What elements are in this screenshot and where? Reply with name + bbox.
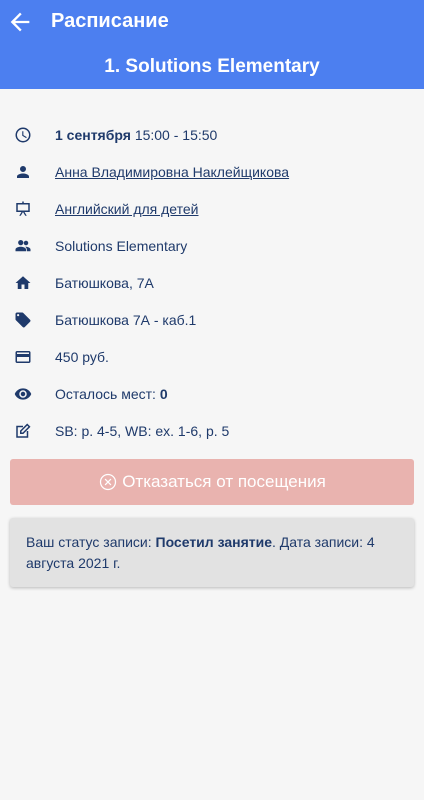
status-card: Ваш статус записи: Посетил занятие. Дата… <box>10 518 414 587</box>
edit-icon <box>13 421 33 441</box>
teacher-link[interactable]: Анна Владимировна Наклейщикова <box>55 164 289 180</box>
clock-icon <box>13 125 33 145</box>
status-value: Посетил занятие <box>155 534 273 550</box>
person-icon <box>13 162 33 182</box>
address: Батюшкова, 7А <box>55 275 154 291</box>
seats-row: Осталось мест: 0 <box>0 379 424 409</box>
page-title: Расписание <box>51 10 169 32</box>
price-row: 450 руб. <box>0 342 424 372</box>
tag-icon <box>13 310 33 330</box>
price: 450 руб. <box>55 349 109 365</box>
homework: SB: p. 4-5, WB: ex. 1-6, p. 5 <box>55 423 230 439</box>
address-row: Батюшкова, 7А <box>0 268 424 298</box>
cancel-attendance-button[interactable]: Отказаться от посещения <box>10 459 414 505</box>
group-icon <box>13 236 33 256</box>
credit-card-icon <box>13 347 33 367</box>
group-row: Solutions Elementary <box>0 231 424 261</box>
room-row: Батюшкова 7А - каб.1 <box>0 305 424 335</box>
teacher-row: Анна Владимировна Наклейщикова <box>0 157 424 187</box>
lesson-time: 15:00 - 15:50 <box>134 127 218 143</box>
home-icon <box>13 273 33 293</box>
course-link[interactable]: Английский для детей <box>55 201 199 217</box>
easel-icon <box>13 199 33 219</box>
homework-row: SB: p. 4-5, WB: ex. 1-6, p. 5 <box>0 416 424 446</box>
lesson-title: 1. Solutions Elementary <box>104 56 320 77</box>
seats-label: Осталось мест: <box>55 386 156 402</box>
status-prefix: Ваш статус записи: <box>26 534 152 550</box>
datetime-row: 1 сентября 15:00 - 15:50 <box>0 120 424 150</box>
cancel-circle-icon <box>100 473 117 491</box>
cancel-attendance-label: Отказаться от посещения <box>122 472 326 491</box>
eye-icon <box>13 384 33 404</box>
app-bar: Расписание 1. Solutions Elementary <box>0 0 424 89</box>
seats-value: 0 <box>159 386 168 402</box>
group-name: Solutions Elementary <box>55 238 188 254</box>
room: Батюшкова 7А - каб.1 <box>55 312 197 328</box>
course-row: Английский для детей <box>0 194 424 224</box>
back-arrow-icon[interactable] <box>6 8 34 36</box>
lesson-date: 1 сентября <box>55 127 131 143</box>
